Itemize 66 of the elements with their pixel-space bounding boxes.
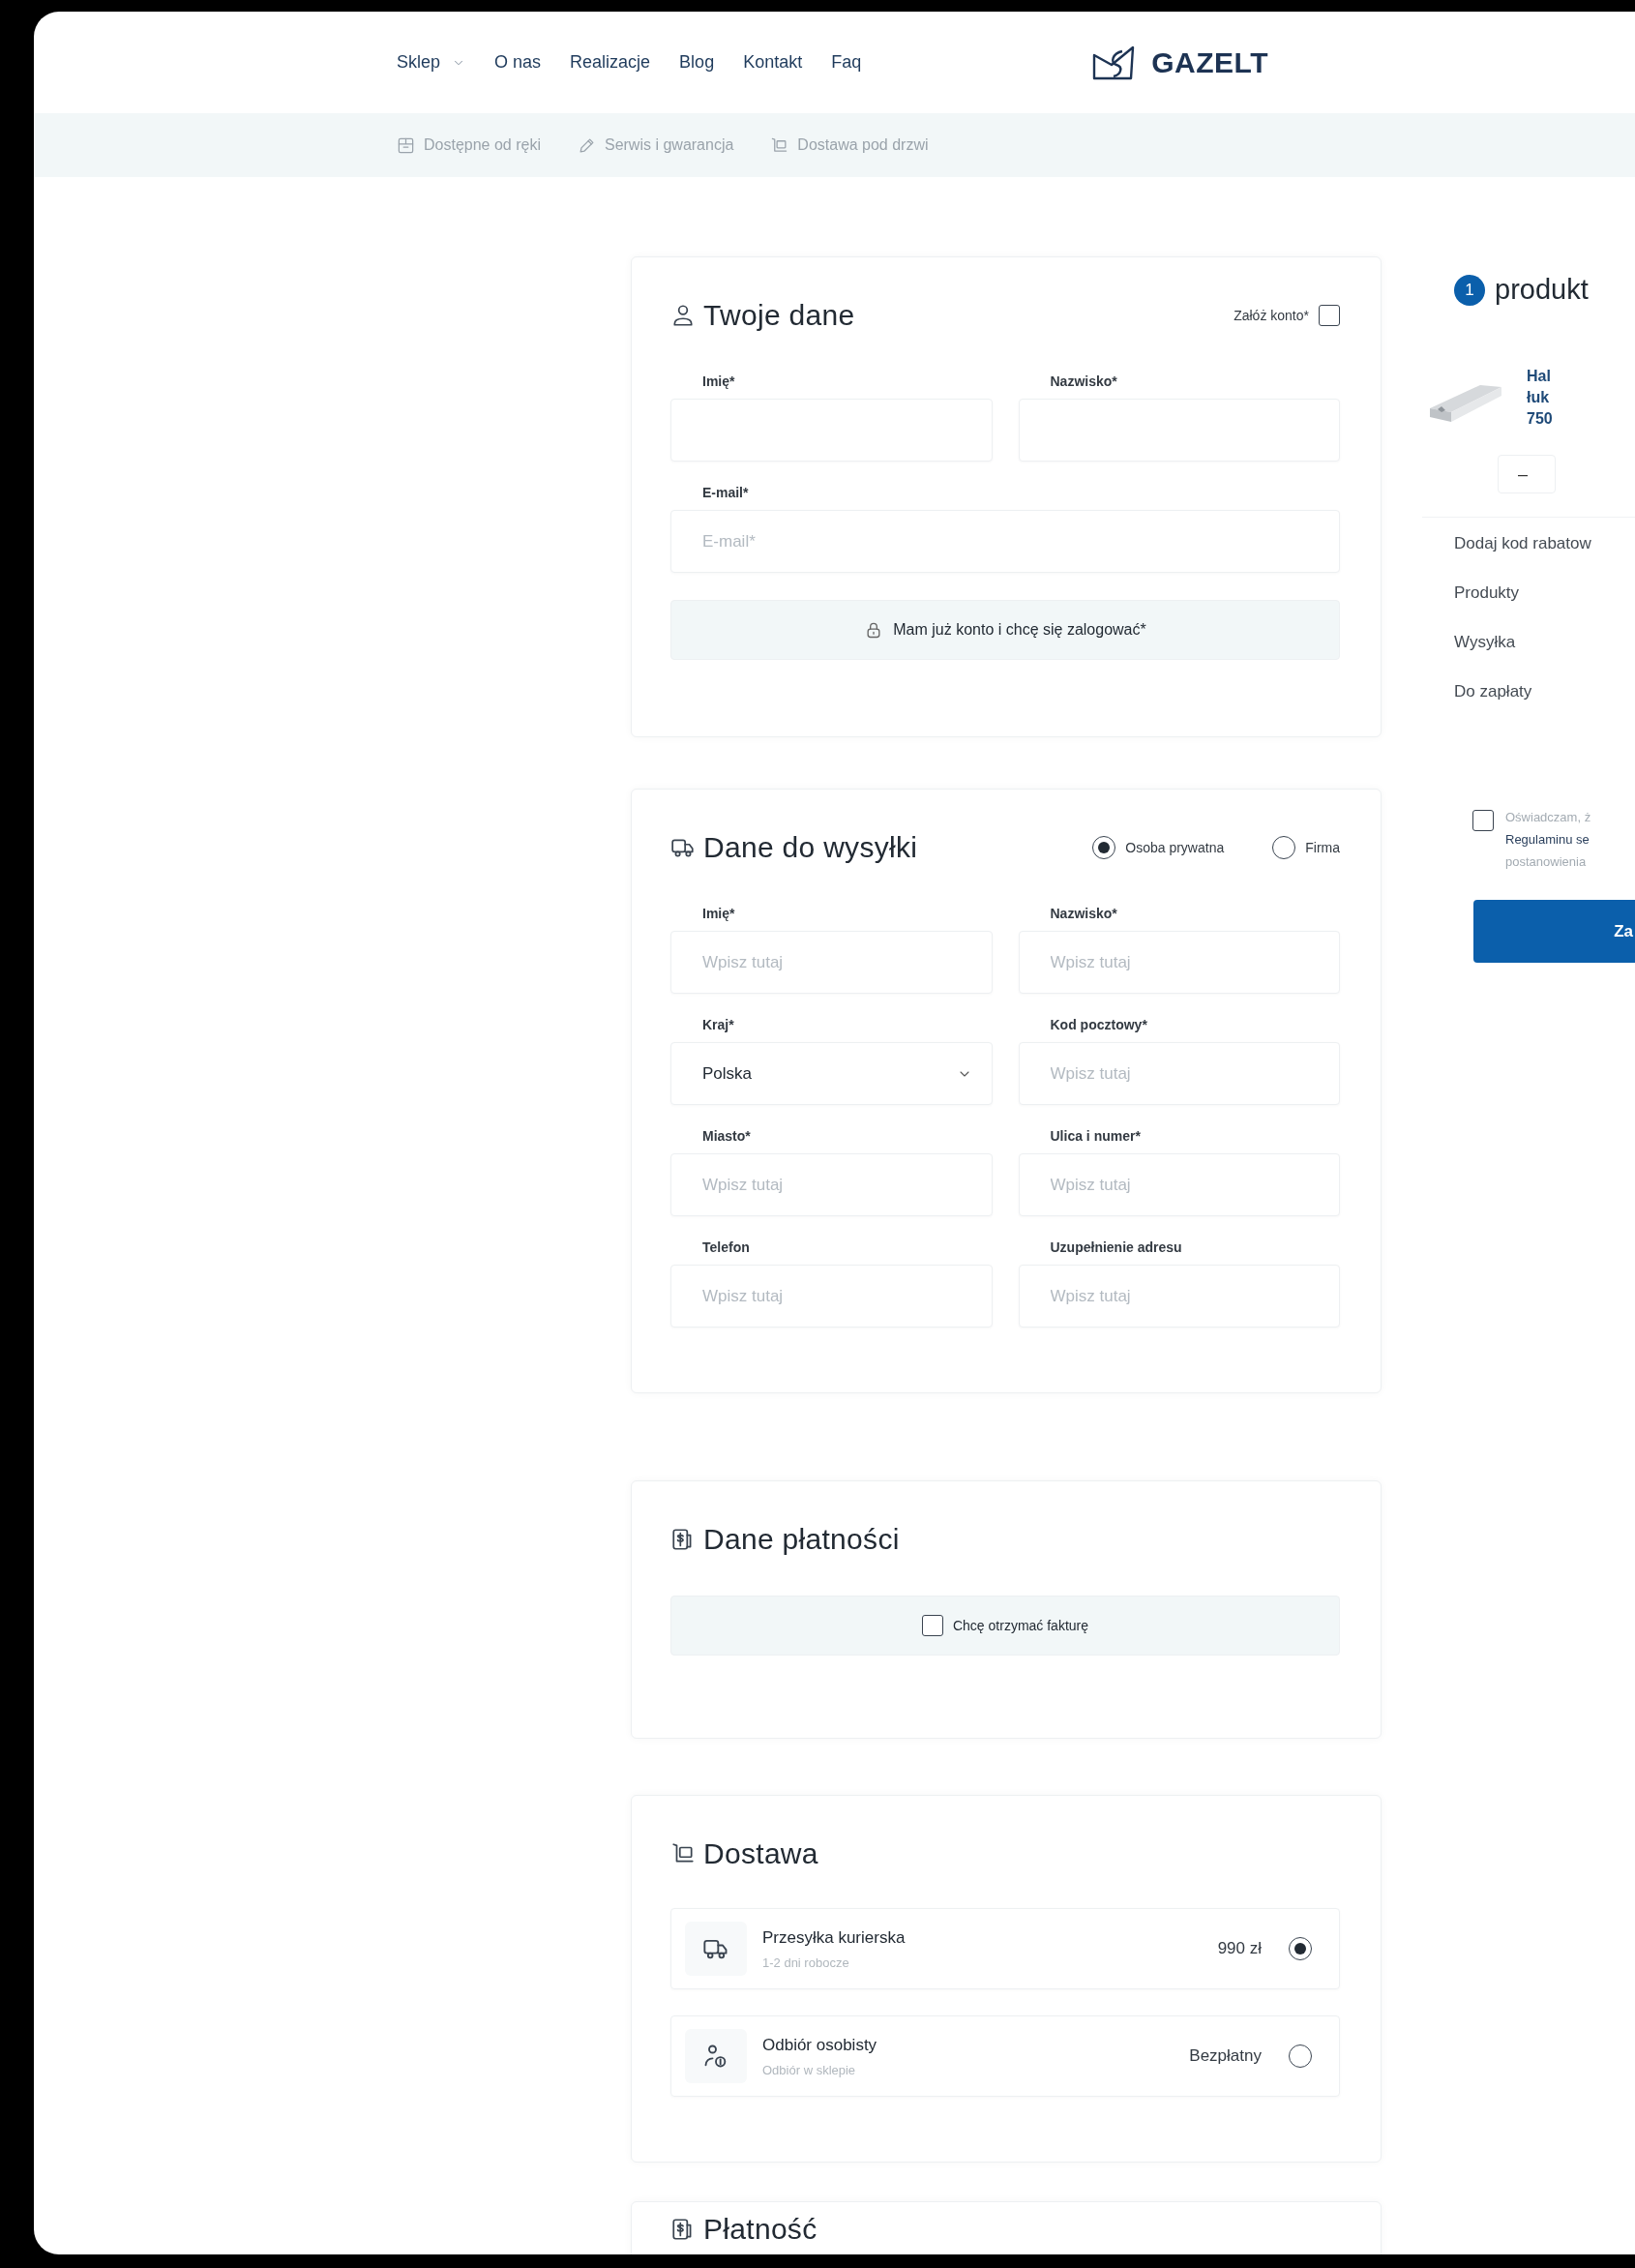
nav-link[interactable]: O nas: [494, 52, 542, 73]
cart-icon: [770, 135, 789, 155]
field-label: Imię*: [701, 373, 736, 389]
input-field[interactable]: Wpisz tutaj: [1018, 1265, 1340, 1328]
field-label: Imię*: [701, 906, 736, 921]
input-field[interactable]: Wpisz tutaj: [1018, 1042, 1340, 1105]
box-icon: [397, 135, 415, 155]
feature-label: Serwis i gwarancja: [604, 136, 734, 154]
section-title: Dostawa: [703, 1837, 818, 1870]
radio-label: Osoba prywatna: [1125, 840, 1225, 855]
field-label: Kod pocztowy*: [1049, 1017, 1148, 1032]
input-field[interactable]: Wpisz tutaj: [670, 931, 993, 994]
option-name: Przesyłka kurierska: [762, 1927, 907, 1948]
input-field[interactable]: Wpisz tutaj: [1018, 1153, 1340, 1216]
section-title: Płatność: [703, 2213, 818, 2246]
product-name[interactable]: Hal łuk 750: [1527, 366, 1553, 430]
field-label: Nazwisko*: [1049, 906, 1118, 921]
checkbox[interactable]: [921, 1615, 943, 1636]
option-name: Odbiór osobisty: [762, 2035, 878, 2055]
summary-title: produkt: [1495, 274, 1589, 306]
field-label: Nazwisko*: [1049, 373, 1118, 389]
country-select[interactable]: Polska: [670, 1042, 993, 1105]
checkbox[interactable]: [1472, 810, 1494, 831]
delivery-option[interactable]: Przesyłka kurierska 1-2 dni robocze 990 zł: [670, 1908, 1340, 1989]
checkbox-label: Załóż konto*: [1234, 308, 1309, 323]
logo[interactable]: GAZELT: [1091, 43, 1268, 82]
submit-button[interactable]: Za: [1473, 900, 1635, 963]
section-title: Dane do wysyłki: [703, 831, 918, 864]
radio-label: Firma: [1305, 840, 1340, 855]
summary-label: Produkty: [1454, 582, 1521, 603]
input-field[interactable]: Wpisz tutaj: [670, 1265, 993, 1328]
input-field[interactable]: Wpisz tutaj: [670, 1153, 993, 1216]
decrease-button[interactable]: –: [1498, 455, 1556, 493]
delivery-option[interactable]: Odbiór osobisty Odbiór w sklepie Bezpłatny: [670, 2015, 1340, 2097]
option-note: Odbiór w sklepie: [762, 2062, 857, 2077]
field-label: Ulica i numer*: [1049, 1128, 1142, 1144]
feature-label: Dostawa pod drzwi: [797, 136, 929, 154]
field-label: Telefon: [701, 1239, 751, 1255]
user-icon: [670, 303, 696, 328]
option-price: Bezpłatny: [1189, 2046, 1262, 2066]
checkbox-label: Chcę otrzymać fakturę: [952, 1618, 1089, 1633]
step-number: 1: [1454, 274, 1485, 306]
option-note: 1-2 dni robocze: [762, 1955, 850, 1970]
logo-text: GAZELT: [1151, 45, 1268, 79]
field-label: E-mail*: [701, 485, 750, 500]
feature-label: Dostępne od ręki: [424, 136, 541, 154]
checkbox[interactable]: [1319, 305, 1340, 326]
input-field[interactable]: E-mail*: [670, 510, 1340, 573]
section-title: Twoje dane: [703, 299, 855, 332]
summary-label: Dodaj kod rabatow: [1454, 533, 1592, 553]
nav-link[interactable]: Faq: [831, 52, 862, 73]
login-button[interactable]: Mam już konto i chcę się zalogować*: [670, 600, 1340, 660]
nav-link[interactable]: Kontakt: [743, 52, 803, 73]
consent-text: Oświadczam, ż Regulaminu se postanowienia: [1505, 809, 1591, 871]
option-price: 990 zł: [1217, 1939, 1262, 1958]
section-title: Dane płatności: [703, 1523, 900, 1556]
field-label: Uzupełnienie adresu: [1049, 1239, 1183, 1255]
nav-link[interactable]: Sklep: [397, 52, 466, 73]
nav-link[interactable]: Blog: [679, 52, 715, 73]
summary-label: Do zapłaty: [1454, 681, 1533, 701]
terms-link[interactable]: Regulaminu se: [1505, 832, 1590, 847]
nav-link[interactable]: Realizacje: [570, 52, 651, 73]
field-label: Miasto*: [701, 1128, 752, 1144]
input-field[interactable]: Wpisz tutaj: [1018, 931, 1340, 994]
field-label: Kraj*: [701, 1017, 735, 1032]
summary-label: Wysyłka: [1454, 632, 1517, 652]
